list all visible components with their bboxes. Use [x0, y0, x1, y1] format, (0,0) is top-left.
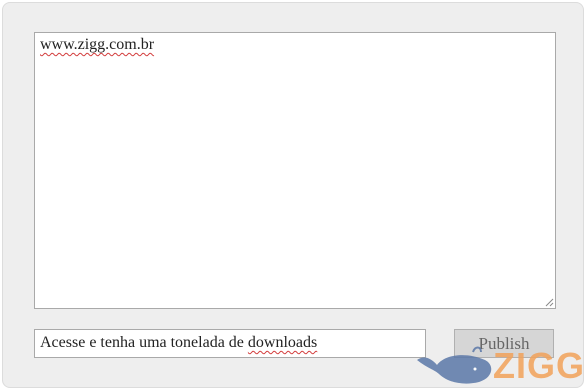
- resize-grip-icon[interactable]: [545, 298, 554, 307]
- caption-spell-word: downloads: [247, 334, 318, 351]
- caption-input[interactable]: Acesse e tenha uma tonelada de downloads: [34, 329, 426, 358]
- whale-icon: [417, 346, 492, 384]
- post-text: www.zigg.com.br: [40, 36, 155, 53]
- watermark-text: ZIGG: [493, 345, 585, 386]
- post-textarea[interactable]: www.zigg.com.br: [34, 32, 556, 309]
- caption-text: Acesse e tenha uma tonelada de: [40, 334, 248, 351]
- zigg-watermark-logo: ZIGG: [417, 345, 585, 386]
